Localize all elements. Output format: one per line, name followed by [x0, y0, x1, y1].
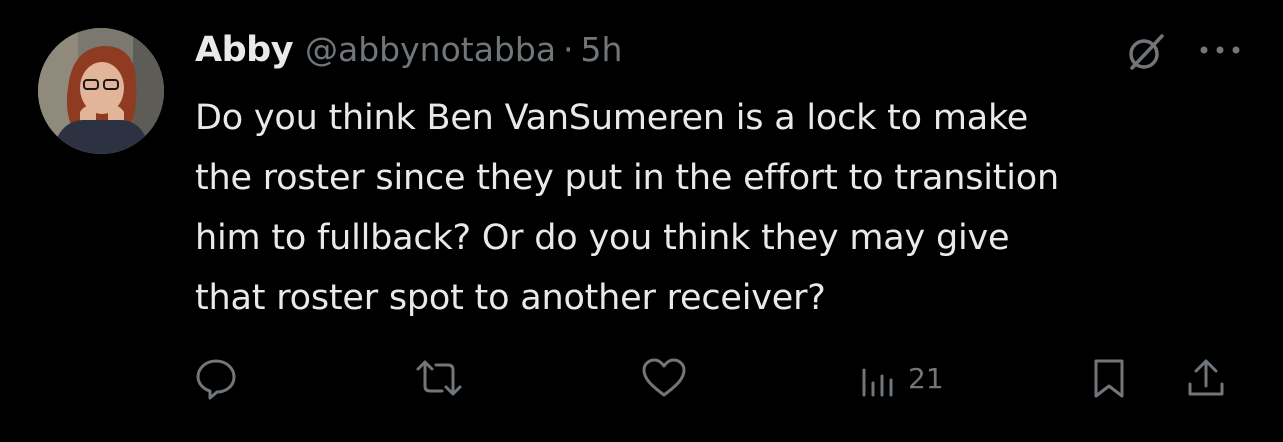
retweet-icon — [416, 360, 462, 396]
bookmark-button[interactable] — [1089, 355, 1129, 401]
tweet-text-line: him to fullback? Or do you think they ma… — [195, 218, 1010, 258]
tweet-text-line: the roster since they put in the effort … — [195, 158, 1060, 198]
separator-dot: · — [563, 30, 574, 69]
tweet-text: Do you think Ben VanSumeren is a lock to… — [195, 88, 1265, 328]
share-icon — [1188, 359, 1224, 396]
retweet-button[interactable] — [412, 355, 466, 401]
user-handle[interactable]: @abbynotabba — [305, 30, 556, 69]
views-button[interactable]: 21 — [858, 355, 944, 401]
reply-button[interactable] — [194, 355, 238, 401]
reply-icon — [196, 359, 236, 400]
like-button[interactable] — [640, 355, 688, 401]
views-count: 21 — [908, 361, 944, 395]
bookmark-icon — [1094, 359, 1124, 398]
heart-icon — [642, 358, 686, 397]
tweet-text-line: that roster spot to another receiver? — [195, 278, 826, 318]
timestamp[interactable]: 5h — [581, 30, 623, 69]
tweet-text-line: Do you think Ben VanSumeren is a lock to… — [195, 98, 1029, 138]
share-button[interactable] — [1184, 355, 1228, 401]
views-chart-icon — [862, 368, 893, 397]
grok-icon[interactable] — [1124, 30, 1168, 74]
tweet-header: Abby @abbynotabba · 5h — [195, 30, 622, 74]
avatar-image — [38, 28, 164, 154]
tweet[interactable]: Abby @abbynotabba · 5h Do you think Ben … — [0, 0, 1283, 442]
more-options-icon[interactable] — [1194, 40, 1248, 60]
avatar[interactable] — [38, 28, 164, 154]
display-name[interactable]: Abby — [195, 30, 294, 70]
